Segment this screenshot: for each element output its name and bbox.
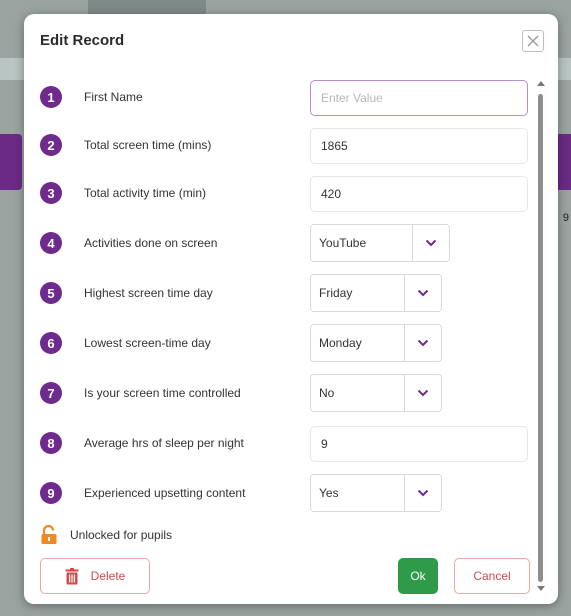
field-number-badge: 8 (40, 432, 62, 454)
select-value: Monday (319, 336, 362, 350)
field-label: Experienced upsetting content (84, 486, 246, 500)
dialog-title: Edit Record (40, 32, 125, 49)
chevron-down-icon (417, 389, 429, 397)
total-screen-time-input[interactable] (310, 128, 528, 164)
scroll-down-arrow-icon[interactable] (537, 584, 545, 592)
dropdown-toggle[interactable] (404, 375, 441, 411)
trash-icon (65, 567, 79, 584)
chevron-down-icon (417, 339, 429, 347)
field-label: Lowest screen-time day (84, 336, 211, 350)
close-button[interactable] (522, 30, 544, 52)
dropdown-toggle[interactable] (412, 225, 449, 261)
field-number-badge: 3 (40, 182, 62, 204)
select-value: Friday (319, 286, 353, 300)
background-value: 9 (562, 212, 569, 224)
field-number-badge: 5 (40, 282, 62, 304)
activities-select[interactable]: YouTube (310, 224, 450, 262)
field-row-total-screen-time: 2 Total screen time (mins) (40, 126, 530, 166)
field-row-first-name: 1 First Name (40, 78, 530, 118)
scroll-up-arrow-icon[interactable] (537, 80, 545, 88)
field-label: Activities done on screen (84, 236, 218, 250)
field-number-badge: 1 (40, 86, 62, 108)
ok-button[interactable]: Ok (398, 558, 438, 594)
unlocked-padlock-icon (40, 525, 58, 545)
field-label: Highest screen time day (84, 286, 213, 300)
lock-status[interactable]: Unlocked for pupils (40, 524, 172, 546)
first-name-input[interactable] (310, 80, 528, 116)
field-label: Average hrs of sleep per night (84, 436, 244, 450)
select-value: YouTube (319, 236, 367, 250)
scrollbar-thumb[interactable] (538, 94, 543, 582)
field-number-badge: 4 (40, 232, 62, 254)
field-row-screen-time-controlled: 7 Is your screen time controlled No (40, 374, 530, 414)
lowest-screen-time-day-select[interactable]: Monday (310, 324, 442, 362)
highest-screen-time-day-select[interactable]: Friday (310, 274, 442, 312)
screen-time-controlled-select[interactable]: No (310, 374, 442, 412)
close-icon (527, 35, 539, 47)
field-number-badge: 9 (40, 482, 62, 504)
field-number-badge: 6 (40, 332, 62, 354)
field-row-lowest-day: 6 Lowest screen-time day Monday (40, 324, 530, 364)
field-row-total-activity-time: 3 Total activity time (min) (40, 174, 530, 214)
upsetting-content-select[interactable]: Yes (310, 474, 442, 512)
cancel-button[interactable]: Cancel (454, 558, 530, 594)
field-number-badge: 2 (40, 134, 62, 156)
delete-button-label: Delete (90, 569, 126, 583)
chevron-down-icon (417, 489, 429, 497)
field-label: Total screen time (mins) (84, 138, 212, 152)
edit-record-dialog: Edit Record 1 First Name 2 Total screen … (24, 14, 558, 604)
select-value: Yes (319, 486, 339, 500)
scrollbar[interactable] (536, 80, 546, 592)
dropdown-toggle[interactable] (404, 475, 441, 511)
delete-button[interactable]: Delete (40, 558, 150, 594)
field-row-highest-day: 5 Highest screen time day Friday (40, 274, 530, 314)
total-activity-time-input[interactable] (310, 176, 528, 212)
field-label: Is your screen time controlled (84, 386, 241, 400)
field-row-activities: 4 Activities done on screen YouTube (40, 224, 530, 264)
field-row-sleep-hours: 8 Average hrs of sleep per night (40, 424, 530, 464)
dropdown-toggle[interactable] (404, 275, 441, 311)
field-number-badge: 7 (40, 382, 62, 404)
chevron-down-icon (425, 239, 437, 247)
field-label: Total activity time (min) (84, 186, 207, 200)
field-row-upsetting-content: 9 Experienced upsetting content Yes (40, 474, 530, 514)
lock-status-label: Unlocked for pupils (70, 528, 173, 542)
background-card-left (0, 134, 22, 190)
select-value: No (319, 386, 335, 400)
chevron-down-icon (417, 289, 429, 297)
dropdown-toggle[interactable] (404, 325, 441, 361)
average-sleep-hours-input[interactable] (310, 426, 528, 462)
field-label: First Name (84, 90, 143, 104)
